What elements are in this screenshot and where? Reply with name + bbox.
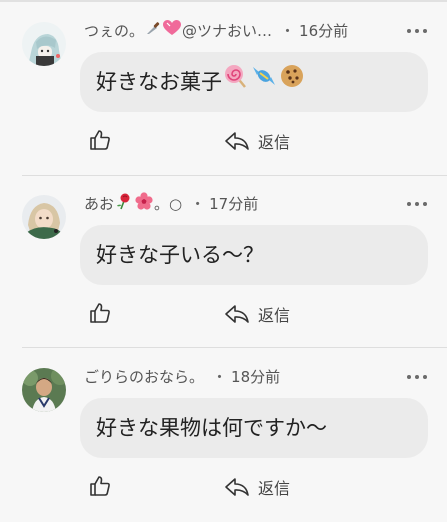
- avatar-image: [22, 368, 66, 412]
- reply-icon: [225, 132, 249, 150]
- more-options-button[interactable]: [407, 201, 427, 207]
- pink-heart-emoji: [163, 20, 182, 42]
- avatar-image: [22, 195, 66, 239]
- candy-emoji: [251, 52, 277, 112]
- comment-meta: つぇの。 @ツナおい… ・ 16分前: [84, 20, 348, 42]
- more-options-button[interactable]: [407, 374, 427, 380]
- thumbs-up-icon: [90, 303, 110, 323]
- comment-divider: [22, 175, 447, 176]
- avatar[interactable]: [22, 368, 66, 412]
- like-button[interactable]: [88, 301, 112, 325]
- like-button[interactable]: [88, 128, 112, 152]
- dot-icon: [415, 202, 419, 206]
- timestamp: 16分前: [299, 22, 349, 40]
- author-name[interactable]: あお: [84, 193, 114, 215]
- avatar[interactable]: [22, 22, 66, 66]
- author-suffix: 。○: [154, 195, 183, 213]
- dot-icon: [407, 375, 411, 379]
- comment-bubble: 好きな果物は何ですか〜: [80, 398, 428, 458]
- comment-text: 好きな果物は何ですか〜: [96, 416, 327, 440]
- author-name[interactable]: つぇの。: [84, 20, 144, 42]
- reply-button[interactable]: 返信: [224, 128, 290, 154]
- timestamp: 17分前: [209, 195, 259, 213]
- dot-icon: [423, 29, 427, 33]
- thumbs-up-icon: [90, 476, 110, 496]
- meta-separator: ・: [190, 195, 206, 213]
- author-name[interactable]: ごりらのおなら。: [84, 366, 204, 388]
- reply-button[interactable]: 返信: [224, 301, 290, 327]
- comment-bubble: 好きなお菓子: [80, 52, 428, 112]
- dot-icon: [415, 375, 419, 379]
- comment-meta: あお 。○ ・ 17分前: [84, 192, 259, 216]
- more-options-button[interactable]: [407, 28, 427, 34]
- author-suffix: @ツナおい…: [182, 22, 273, 40]
- comment-divider: [22, 347, 447, 348]
- rose-emoji: [115, 192, 133, 216]
- dot-icon: [423, 375, 427, 379]
- dot-icon: [423, 202, 427, 206]
- reply-label: 返信: [258, 479, 291, 498]
- comment-item: ごりらのおなら。 ・ 18分前 好きな果物は何ですか〜 返信: [0, 350, 447, 522]
- comment-meta: ごりらのおなら。 ・ 18分前: [84, 366, 280, 388]
- comment-text: 好きな子いる〜？: [96, 243, 264, 267]
- comment-text: 好きなお菓子: [96, 70, 222, 94]
- hibiscus-emoji: [135, 192, 153, 216]
- meta-separator: ・: [280, 22, 296, 40]
- reply-button[interactable]: 返信: [224, 474, 290, 500]
- meta-separator: ・: [212, 368, 228, 386]
- knife-emoji: [145, 20, 161, 42]
- comment-item: あお 。○ ・ 17分前 好きな子いる〜？ 返信: [0, 177, 447, 349]
- cookie-emoji: [279, 52, 305, 112]
- avatar-image: [22, 22, 66, 66]
- avatar[interactable]: [22, 195, 66, 239]
- reply-icon: [225, 478, 249, 496]
- reply-label: 返信: [258, 306, 291, 325]
- dot-icon: [415, 29, 419, 33]
- timestamp: 18分前: [231, 368, 281, 386]
- reply-icon: [225, 305, 249, 323]
- reply-label: 返信: [258, 133, 291, 152]
- thumbs-up-icon: [90, 130, 110, 150]
- top-divider: [0, 0, 447, 2]
- lollipop-emoji: [223, 52, 249, 112]
- dot-icon: [407, 202, 411, 206]
- dot-icon: [407, 29, 411, 33]
- like-button[interactable]: [88, 474, 112, 498]
- comment-item: つぇの。 @ツナおい… ・ 16分前 好きなお菓子 返信: [0, 4, 447, 176]
- comment-bubble: 好きな子いる〜？: [80, 225, 428, 285]
